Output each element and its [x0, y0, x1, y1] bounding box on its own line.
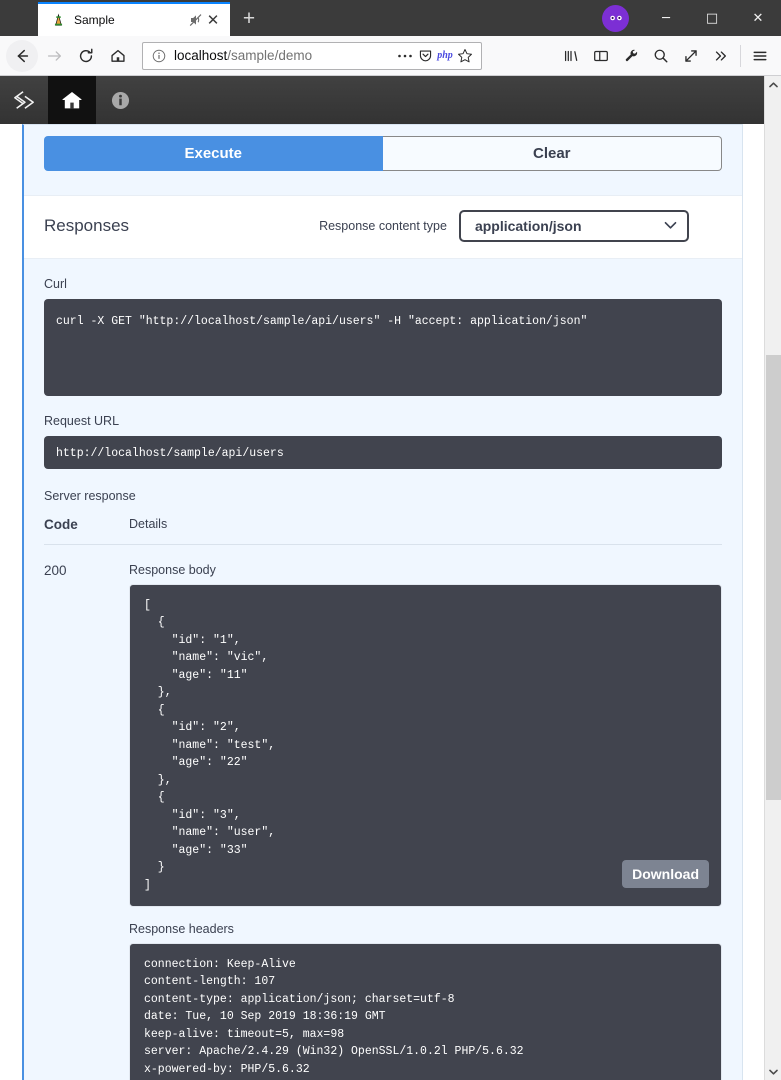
toolbar-separator: [740, 44, 741, 67]
sidebar-icon[interactable]: [586, 41, 616, 71]
back-arrow-icon[interactable]: [6, 39, 38, 72]
response-content-type-label: Response content type: [319, 219, 447, 233]
url-path: /sample/demo: [227, 48, 313, 63]
home-icon[interactable]: [48, 76, 96, 124]
curl-label: Curl: [44, 277, 67, 291]
tab-title: Sample: [74, 13, 115, 27]
column-header-details: Details: [129, 517, 168, 531]
window-minimize-button[interactable]: ─: [643, 0, 689, 36]
browser-toolbar-icons: [556, 41, 775, 71]
window-controls: ─ □ ✕: [602, 0, 781, 36]
php-badge-icon[interactable]: php: [435, 46, 455, 66]
logo-icon[interactable]: [0, 76, 48, 124]
url-bar[interactable]: localhost/sample/demo php: [142, 41, 482, 70]
response-headers-text: connection: Keep-Alive content-length: 1…: [144, 957, 524, 1076]
window-close-button[interactable]: ✕: [735, 0, 781, 36]
info-circle-icon[interactable]: [151, 48, 167, 64]
chevron-down-icon: [664, 219, 677, 233]
swagger-operation-panel: Execute Clear Responses Response content…: [22, 124, 743, 1080]
url-text[interactable]: localhost/sample/demo: [174, 48, 395, 63]
clear-button[interactable]: Clear: [382, 136, 722, 171]
app-toolbar: [0, 76, 781, 124]
response-content-type-select[interactable]: application/json: [458, 210, 689, 242]
account-mask-icon[interactable]: [602, 4, 629, 32]
table-header-row: Code Details: [44, 517, 722, 545]
url-host: localhost: [174, 48, 228, 63]
home-icon[interactable]: [102, 40, 134, 72]
hamburger-menu-icon[interactable]: [745, 41, 775, 71]
library-icon[interactable]: [556, 41, 586, 71]
download-button[interactable]: Download: [622, 859, 709, 888]
response-content-type-value: application/json: [474, 218, 582, 234]
server-response-label: Server response: [44, 489, 136, 503]
overflow-chevrons-icon[interactable]: [706, 41, 736, 71]
new-tab-button[interactable]: +: [234, 4, 264, 34]
wrench-icon[interactable]: [616, 41, 646, 71]
browser-titlebar: Sample ✕ + ─ □ ✕: [0, 0, 781, 36]
browser-tab[interactable]: Sample ✕: [38, 2, 230, 36]
pocket-shield-icon[interactable]: [415, 46, 435, 66]
reload-icon[interactable]: [70, 40, 102, 72]
info-icon[interactable]: [96, 76, 144, 124]
window-maximize-button[interactable]: □: [689, 0, 735, 36]
responses-header: Responses Response content type applicat…: [24, 195, 742, 259]
response-headers-box: connection: Keep-Alive content-length: 1…: [129, 942, 722, 1080]
ellipsis-icon[interactable]: [395, 46, 415, 66]
response-body-box: [ { "id": "1", "name": "vic", "age": "11…: [129, 584, 722, 907]
responses-title: Responses: [44, 216, 130, 235]
response-body-json: [ { "id": "1", "name": "vic", "age": "11…: [144, 599, 276, 892]
scrollbar-thumb[interactable]: [766, 355, 781, 800]
star-icon[interactable]: [455, 46, 475, 66]
request-url-value: http://localhost/sample/api/users: [44, 436, 722, 469]
response-details: Response body [ { "id": "1", "name": "vi…: [129, 563, 722, 1080]
table-row: 200 Response body [ { "id": "1", "name":…: [44, 545, 722, 1080]
response-code: 200: [44, 563, 67, 578]
execute-button[interactable]: Execute: [44, 136, 383, 171]
responses-body: Curl curl -X GET "http://localhost/sampl…: [24, 259, 742, 1080]
request-url-label: Request URL: [44, 414, 120, 428]
response-body-label: Response body: [129, 563, 216, 577]
muted-speaker-icon[interactable]: [188, 12, 204, 28]
page-viewport: Execute Clear Responses Response content…: [0, 124, 764, 1080]
column-header-code: Code: [44, 517, 78, 532]
tab-close-icon[interactable]: ✕: [204, 11, 222, 29]
browser-window: Sample ✕ + ─ □ ✕ localhost/sample/demo p…: [0, 0, 781, 1080]
curl-command: curl -X GET "http://localhost/sample/api…: [44, 299, 722, 396]
action-button-row: Execute Clear: [24, 125, 742, 195]
forward-arrow-icon[interactable]: [38, 40, 70, 72]
search-icon[interactable]: [646, 41, 676, 71]
browser-navbar: localhost/sample/demo php: [0, 36, 781, 76]
vertical-scrollbar[interactable]: [764, 76, 781, 1080]
vlc-cone-icon: [50, 12, 66, 28]
server-response-table: Code Details 200 Response body [ { "id":…: [44, 517, 722, 1080]
chevron-down-icon[interactable]: [765, 1063, 781, 1080]
chevron-up-icon[interactable]: [765, 76, 781, 93]
expand-icon[interactable]: [676, 41, 706, 71]
response-headers-label: Response headers: [129, 921, 234, 936]
